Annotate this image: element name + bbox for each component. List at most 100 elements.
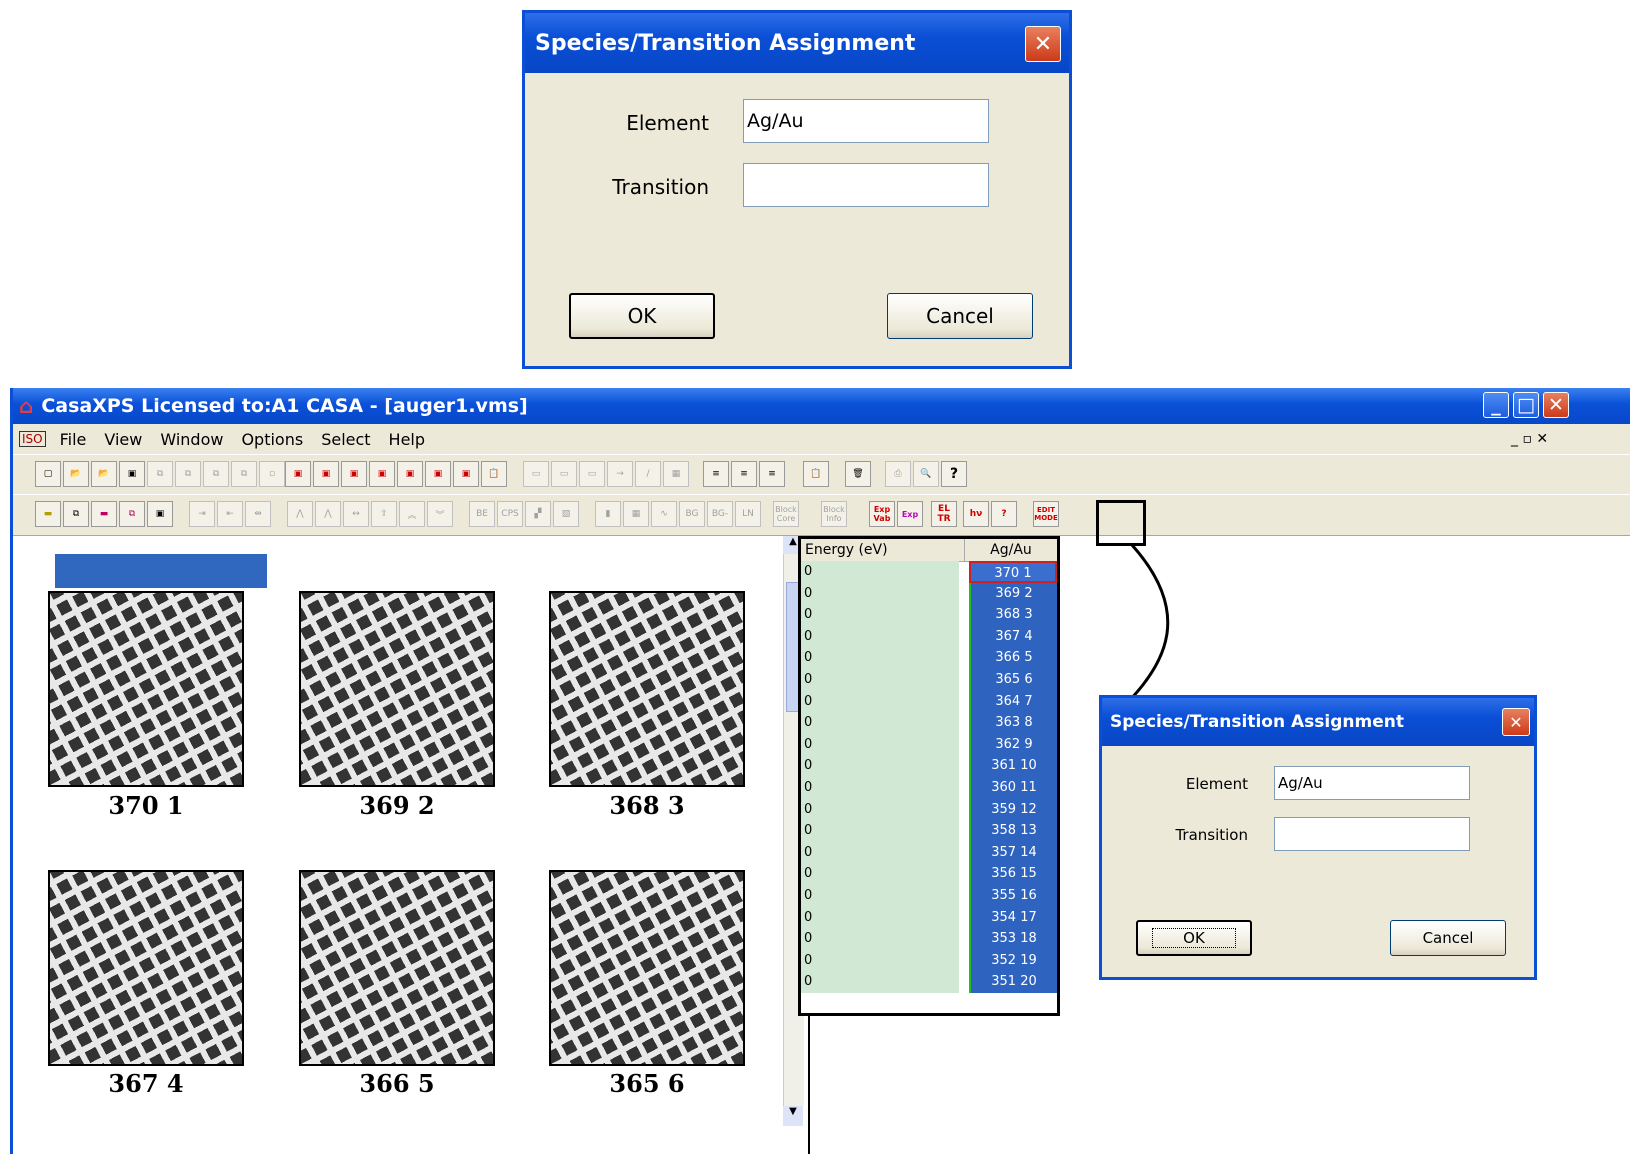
window1-icon[interactable]: ▭ [523, 461, 549, 487]
table-row[interactable]: 0 367 4 [801, 625, 1057, 648]
species-cell[interactable]: 363 8 [969, 712, 1057, 734]
table-row[interactable]: 0 354 17 [801, 906, 1057, 929]
copy4-icon[interactable]: ⧉ [231, 461, 257, 487]
image-workspace[interactable]: 370 1 369 2 368 3 367 4 366 5 365 6 [13, 536, 813, 1154]
assignment-grid[interactable]: Energy (eV) Ag/Au 0 370 1 0 369 2 0 368 3 0 367… [798, 536, 1060, 1016]
table-row[interactable]: 0 362 9 [801, 733, 1057, 756]
table-row[interactable]: 0 359 12 [801, 798, 1057, 821]
copy-icon[interactable]: ⧉ [147, 461, 173, 487]
table-row[interactable]: 0 357 14 [801, 841, 1057, 864]
grid-icon[interactable]: ▦ [663, 461, 689, 487]
save-red1-icon[interactable]: ▣ [285, 461, 311, 487]
tile2-icon[interactable]: ⧉ [63, 501, 89, 527]
energy-cell[interactable]: 0 [801, 712, 959, 734]
species-cell[interactable]: 361 10 [969, 755, 1057, 777]
image-thumbnail[interactable] [299, 870, 495, 1066]
expand-icon[interactable]: ↔ [343, 501, 369, 527]
energy-cell[interactable]: 0 [801, 798, 959, 821]
delete-icon[interactable]: 🗑 [845, 461, 871, 487]
energy-cell[interactable]: 0 [801, 841, 959, 864]
image-thumbnail[interactable] [299, 591, 495, 787]
energy-cell[interactable]: 0 [801, 604, 959, 626]
table-row[interactable]: 0 369 2 [801, 582, 1057, 605]
element-field-small[interactable] [1274, 766, 1470, 800]
table-row[interactable]: 0 370 1 [801, 561, 1057, 583]
column-header-energy[interactable]: Energy (eV) [801, 539, 965, 561]
exp-vab-icon[interactable]: Exp Vab [869, 501, 895, 527]
species-cell[interactable]: 359 12 [969, 798, 1057, 821]
tool3-icon[interactable]: ≡ [759, 461, 785, 487]
help-icon[interactable]: ? [941, 461, 967, 487]
tool-b-icon[interactable]: ▧ [553, 501, 579, 527]
table-row[interactable]: 0 366 5 [801, 647, 1057, 669]
species-cell[interactable]: 370 1 [969, 561, 1057, 583]
open-icon[interactable]: 📂 [63, 461, 89, 487]
column-header-species[interactable]: Ag/Au [965, 539, 1057, 561]
image-thumbnail[interactable] [48, 870, 244, 1066]
energy-cell[interactable]: 0 [801, 561, 959, 583]
hv-icon[interactable]: hν [963, 501, 989, 527]
close-window-icon[interactable]: ✕ [1543, 392, 1569, 418]
table-row[interactable]: 0 363 8 [801, 712, 1057, 734]
tool-e-icon[interactable]: ∿ [651, 501, 677, 527]
clipboard-icon[interactable]: 📋 [481, 461, 507, 487]
tool-a-icon[interactable]: ▞ [525, 501, 551, 527]
menu-help[interactable]: Help [389, 430, 425, 449]
energy-cell[interactable]: 0 [801, 647, 959, 669]
menu-window[interactable]: Window [160, 430, 223, 449]
goto-end-icon[interactable]: ⇥ [189, 501, 215, 527]
exp-vab2-icon[interactable]: Exp [897, 501, 923, 527]
table-row[interactable]: 0 353 18 [801, 928, 1057, 950]
table-row[interactable]: 0 352 19 [801, 949, 1057, 972]
tile1-icon[interactable]: ▬ [35, 501, 61, 527]
preview-icon[interactable]: 🔍 [913, 461, 939, 487]
table-row[interactable]: 0 361 10 [801, 755, 1057, 777]
open-alt-icon[interactable]: 📂 [91, 461, 117, 487]
tool1-icon[interactable]: ≡ [703, 461, 729, 487]
cancel-button-small[interactable]: Cancel [1390, 920, 1506, 956]
doc-icon[interactable]: ISO [19, 431, 46, 447]
block-info-icon[interactable]: Block Info [821, 501, 847, 527]
table-row[interactable]: 0 358 13 [801, 820, 1057, 842]
copy2-icon[interactable]: ⧉ [175, 461, 201, 487]
save-red4-icon[interactable]: ▣ [369, 461, 395, 487]
energy-cell[interactable]: 0 [801, 928, 959, 950]
energy-cell[interactable]: 0 [801, 820, 959, 842]
tile4-icon[interactable]: ⧉ [119, 501, 145, 527]
edit-mode-icon[interactable]: EDIT MODE [1033, 501, 1059, 527]
cps-icon[interactable]: CPS [497, 501, 523, 527]
menu-options[interactable]: Options [241, 430, 303, 449]
species-cell[interactable]: 352 19 [969, 949, 1057, 972]
element-field[interactable] [743, 99, 989, 143]
species-cell[interactable]: 366 5 [969, 647, 1057, 669]
energy-cell[interactable]: 0 [801, 971, 959, 993]
table-row[interactable]: 0 360 11 [801, 777, 1057, 799]
block-core-icon[interactable]: Block Core [773, 501, 799, 527]
transition-field-small[interactable] [1274, 817, 1470, 851]
cancel-button[interactable]: Cancel [887, 293, 1033, 339]
be-ke-icon[interactable]: BE [469, 501, 495, 527]
species-cell[interactable]: 362 9 [969, 733, 1057, 756]
energy-cell[interactable]: 0 [801, 777, 959, 799]
bg-icon[interactable]: BG [679, 501, 705, 527]
energy-cell[interactable]: 0 [801, 885, 959, 907]
dialog-titlebar[interactable]: Species/Transition Assignment [525, 13, 1069, 73]
tool2-icon[interactable]: ≡ [731, 461, 757, 487]
species-cell[interactable]: 354 17 [969, 906, 1057, 929]
table-row[interactable]: 0 356 15 [801, 863, 1057, 885]
question-tool-icon[interactable]: ? [991, 501, 1017, 527]
window2-icon[interactable]: ▭ [551, 461, 577, 487]
energy-cell[interactable]: 0 [801, 625, 959, 648]
energy-cell[interactable]: 0 [801, 906, 959, 929]
ln-icon[interactable]: LN [735, 501, 761, 527]
copy3-icon[interactable]: ⧉ [203, 461, 229, 487]
window3-icon[interactable]: ▭ [579, 461, 605, 487]
ok-button-small[interactable]: OK [1136, 920, 1252, 956]
species-cell[interactable]: 365 6 [969, 669, 1057, 691]
species-cell[interactable]: 358 13 [969, 820, 1057, 842]
transition-field[interactable] [743, 163, 989, 207]
table-row[interactable]: 0 351 20 [801, 971, 1057, 993]
tool-d-icon[interactable]: ▦ [623, 501, 649, 527]
goto-start-icon[interactable]: ⇤ [217, 501, 243, 527]
bg-sub-icon[interactable]: BG- [707, 501, 733, 527]
